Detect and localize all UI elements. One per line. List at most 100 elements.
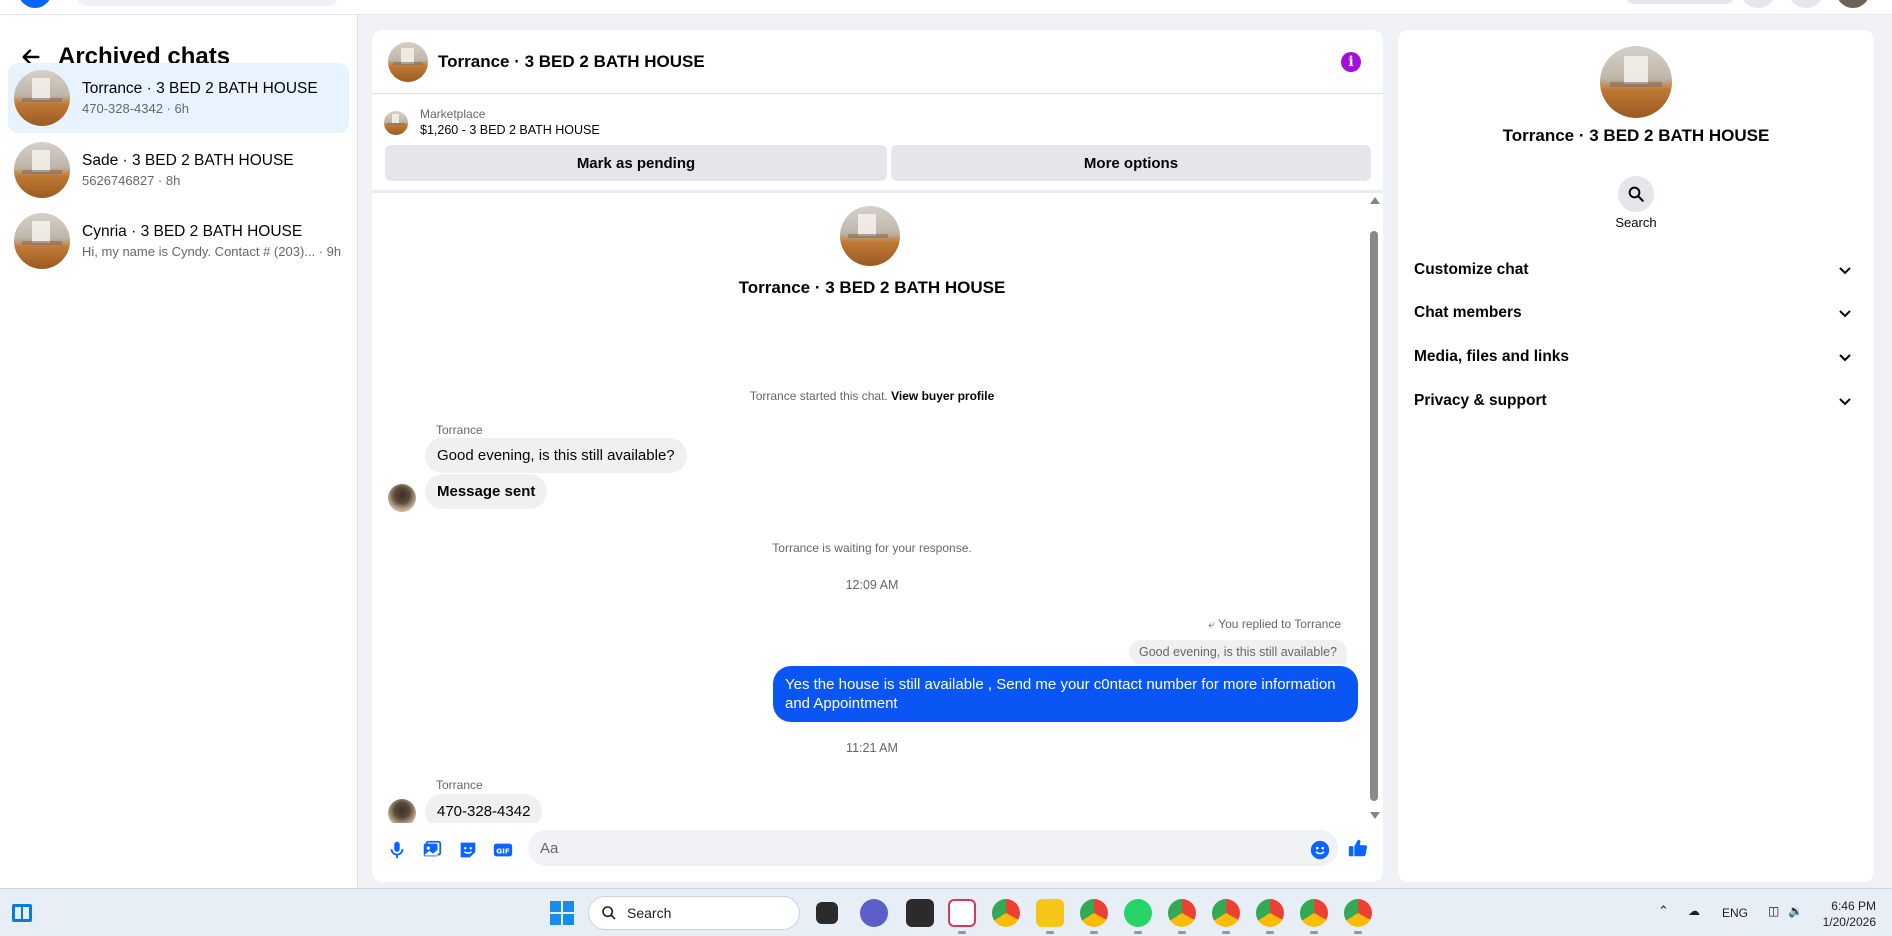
waiting-notice: Torrance is waiting for your response. — [772, 541, 972, 555]
chrome-profile-icon[interactable] — [1080, 899, 1108, 927]
top-search-input[interactable] — [76, 0, 338, 6]
network-icon[interactable]: ◫ — [1768, 904, 1779, 918]
messenger-icon[interactable] — [1740, 0, 1776, 8]
chrome-profile-icon[interactable] — [1168, 899, 1196, 927]
sender-name: Torrance — [436, 423, 483, 437]
cloud-off-icon[interactable]: ☁ — [1688, 904, 1700, 918]
search-icon — [1628, 186, 1644, 202]
tray-chevron-icon[interactable]: ⌃ — [1658, 903, 1669, 919]
volume-icon[interactable]: 🔉 — [1788, 904, 1803, 918]
timestamp: 12:09 AM — [845, 578, 899, 592]
chevron-down-icon — [1839, 310, 1851, 318]
chrome-profile-icon[interactable] — [1344, 899, 1372, 927]
avatar[interactable] — [1600, 46, 1672, 118]
timestamp: 11:21 AM — [846, 741, 898, 755]
chat-started-notice: Torrance started this chat. View buyer p… — [749, 389, 995, 403]
message-input[interactable] — [528, 830, 1338, 866]
chevron-down-icon — [1839, 398, 1851, 406]
gif-icon[interactable]: GIF — [492, 839, 514, 861]
avatar[interactable] — [388, 41, 428, 82]
contact-name: Torrance · 3 BED 2 BATH HOUSE — [1502, 126, 1770, 145]
sender-name: Torrance — [436, 778, 483, 792]
reply-indicator: ⤶ You replied to Torrance — [1208, 617, 1341, 631]
chrome-profile-icon[interactable] — [1300, 899, 1328, 927]
sticky-notes-icon[interactable] — [906, 899, 934, 927]
avatar — [14, 142, 70, 198]
windows-taskbar: Search ⌃ ☁ ENG ◫ 🔉 6:46 PM 1/20/2026 — [0, 888, 1892, 936]
chrome-profile-icon[interactable] — [1212, 899, 1240, 927]
chrome-icon[interactable] — [992, 899, 1020, 927]
info-icon[interactable]: i — [1341, 52, 1361, 72]
language-indicator[interactable]: ENG — [1722, 906, 1748, 920]
avatar — [14, 213, 70, 269]
received-message[interactable]: Good evening, is this still available? — [425, 438, 687, 473]
privacy-support-section[interactable]: Privacy & support — [1406, 381, 1866, 421]
more-options-button[interactable]: More options — [891, 145, 1371, 181]
notifications-icon[interactable] — [1788, 0, 1824, 8]
thread-contact-name: Torrance · 3 BED 2 BATH HOUSE — [738, 278, 1006, 297]
search-label: Search — [1615, 215, 1657, 230]
photo-icon[interactable] — [421, 839, 443, 861]
snipping-tool-icon[interactable] — [948, 899, 976, 927]
listing-title: $1,260 - 3 BED 2 BATH HOUSE — [420, 123, 600, 137]
message-thread: Torrance · 3 BED 2 BATH HOUSE Torrance s… — [372, 193, 1383, 823]
whatsapp-icon[interactable] — [1124, 899, 1152, 927]
sent-message[interactable]: Yes the house is still available , Send … — [773, 666, 1358, 722]
windows-start-icon[interactable] — [548, 899, 576, 927]
chevron-down-icon — [1839, 354, 1851, 362]
teams-icon[interactable] — [860, 899, 888, 927]
search-button[interactable] — [1618, 176, 1654, 212]
listing-thumbnail — [384, 110, 408, 135]
profile-avatar[interactable] — [1836, 0, 1870, 8]
file-explorer-icon[interactable] — [1036, 899, 1064, 927]
conversation-title[interactable]: Torrance · 3 BED 2 BATH HOUSE — [438, 52, 705, 72]
chat-list-item[interactable]: Torrance · 3 BED 2 BATH HOUSE 470-328-43… — [8, 63, 349, 133]
received-message[interactable]: Message sent — [425, 474, 548, 509]
mark-as-pending-button[interactable]: Mark as pending — [385, 145, 887, 181]
quoted-message[interactable]: Good evening, is this still available? — [1128, 640, 1347, 664]
top-menu-button[interactable] — [1626, 0, 1734, 4]
system-clock[interactable]: 6:46 PM 1/20/2026 — [1818, 898, 1876, 930]
reply-arrow-icon: ⤶ — [1208, 617, 1216, 631]
widgets-icon[interactable] — [10, 901, 34, 925]
chat-members-section[interactable]: Chat members — [1406, 293, 1866, 333]
received-message[interactable]: 470-328-4342 — [425, 794, 543, 823]
top-navbar — [0, 0, 1892, 15]
emoji-icon[interactable] — [1309, 839, 1331, 861]
chat-name: Torrance · 3 BED 2 BATH HOUSE — [82, 79, 318, 97]
view-buyer-profile-link[interactable]: View buyer profile — [891, 389, 994, 403]
media-files-links-section[interactable]: Media, files and links — [1406, 337, 1866, 377]
taskbar-search[interactable]: Search — [588, 896, 800, 930]
avatar[interactable] — [388, 484, 416, 512]
chat-list-item[interactable]: Sade · 3 BED 2 BATH HOUSE 5626746827 · 8… — [8, 135, 349, 205]
marketplace-listing[interactable]: Marketplace $1,260 - 3 BED 2 BATH HOUSE — [384, 106, 600, 139]
scroll-up-icon[interactable] — [1370, 197, 1380, 204]
chat-preview: 5626746827 · 8h — [82, 172, 181, 188]
conversation-panel: Torrance · 3 BED 2 BATH HOUSE i Marketpl… — [372, 30, 1383, 882]
chat-list-item[interactable]: Cynria · 3 BED 2 BATH HOUSE Hi, my name … — [8, 206, 349, 276]
like-icon[interactable] — [1347, 837, 1369, 859]
chat-list-sidebar: Archived chats Torrance · 3 BED 2 BATH H… — [0, 15, 358, 888]
microphone-icon[interactable] — [386, 839, 408, 861]
chat-name: Cynria · 3 BED 2 BATH HOUSE — [82, 222, 303, 240]
customize-chat-section[interactable]: Customize chat — [1406, 250, 1866, 290]
task-view-icon[interactable] — [816, 902, 838, 924]
chat-preview: 470-328-4342 · 6h — [82, 100, 189, 116]
message-composer: GIF — [372, 826, 1383, 874]
search-icon — [602, 906, 616, 920]
sticker-icon[interactable] — [457, 839, 479, 861]
chat-details-panel: Torrance · 3 BED 2 BATH HOUSE Search Cus… — [1398, 30, 1874, 882]
avatar[interactable] — [840, 206, 900, 266]
chat-name: Sade · 3 BED 2 BATH HOUSE — [82, 151, 294, 169]
chevron-down-icon — [1839, 267, 1851, 275]
chrome-profile-icon[interactable] — [1256, 899, 1284, 927]
marketplace-label: Marketplace — [420, 107, 486, 121]
scroll-thumb[interactable] — [1370, 231, 1378, 801]
scroll-down-icon[interactable] — [1370, 812, 1380, 819]
avatar[interactable] — [388, 799, 416, 823]
scrollbar[interactable] — [1367, 193, 1381, 823]
svg-text:GIF: GIF — [496, 847, 510, 856]
facebook-logo-icon[interactable] — [18, 0, 52, 8]
chat-preview: Hi, my name is Cyndy. Contact # (203)...… — [82, 243, 342, 259]
conversation-header: Torrance · 3 BED 2 BATH HOUSE i — [372, 30, 1383, 94]
